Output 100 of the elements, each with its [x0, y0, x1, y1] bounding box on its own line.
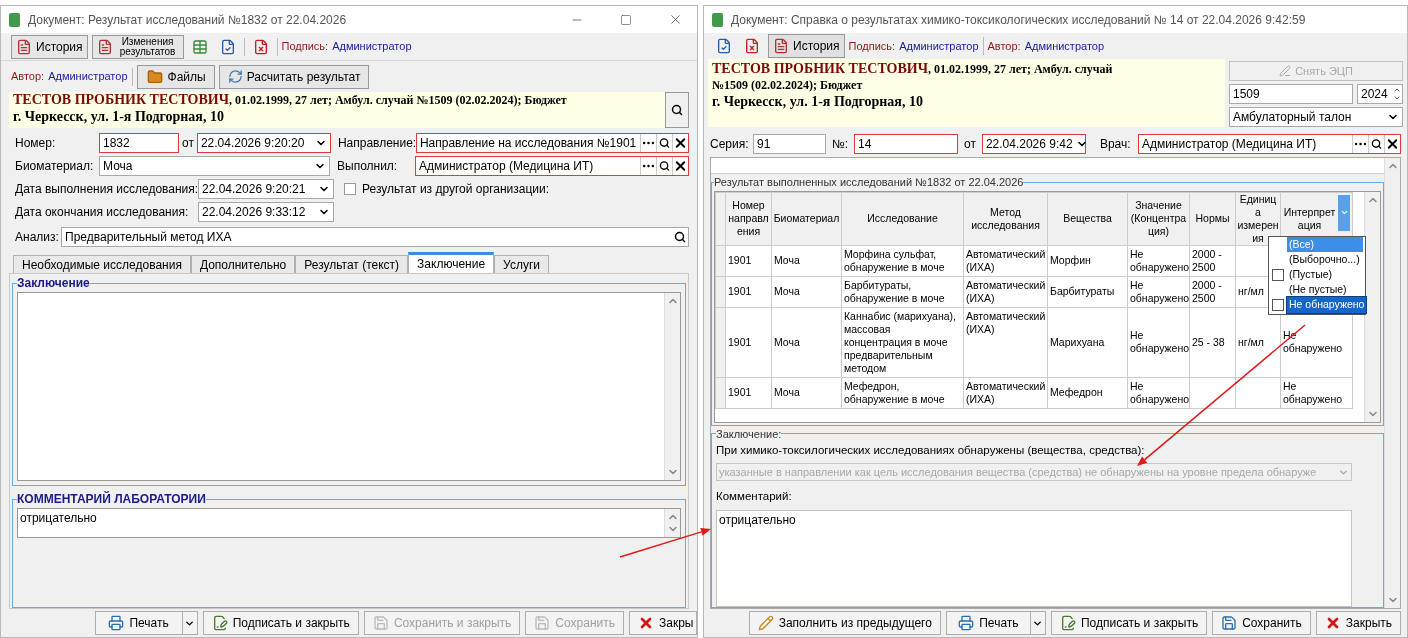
- case-field[interactable]: 1509: [1229, 84, 1353, 104]
- column-header[interactable]: Метод исследования: [963, 192, 1048, 245]
- column-header[interactable]: Нормы: [1189, 192, 1236, 245]
- document-check-icon[interactable]: [219, 38, 236, 55]
- history-button[interactable]: История: [11, 34, 88, 59]
- action-button[interactable]: Закры: [629, 611, 697, 635]
- number-field[interactable]: 1832: [99, 133, 179, 153]
- year-spinner[interactable]: 2024: [1357, 84, 1403, 104]
- refresh-icon: [227, 69, 243, 84]
- spin-down-icon: [1392, 94, 1402, 102]
- analysis-field[interactable]: Предварительный метод ИХА: [61, 227, 689, 247]
- table-cell: Мефедрон, обнаружение в моче: [841, 377, 964, 408]
- group-title: КОММЕНТАРИЙ ЛАБОРАТОРИИ: [17, 490, 206, 508]
- series-field[interactable]: 91: [753, 134, 826, 154]
- table-cell: Моча: [771, 276, 842, 307]
- table-cell: 1901: [725, 276, 772, 307]
- table-cell: Моча: [771, 377, 842, 408]
- table-cell: Не обнаружено: [1127, 377, 1190, 408]
- column-header[interactable]: Значение (Концентрация): [1127, 192, 1190, 245]
- field-label: Анализ:: [15, 229, 60, 246]
- document-pen-icon: [211, 615, 228, 631]
- comment-field[interactable]: отрицательно: [716, 509, 1352, 607]
- action-button[interactable]: Сохранить: [1212, 611, 1311, 635]
- field-label: Номер:: [15, 135, 57, 152]
- column-header[interactable]: Исследование: [841, 192, 964, 245]
- checkbox[interactable]: [344, 183, 356, 195]
- column-header[interactable]: Биоматериал: [771, 192, 842, 245]
- date-field[interactable]: 22.04.2026 9:33:12: [198, 202, 334, 222]
- clear-icon[interactable]: [672, 134, 688, 152]
- action-button[interactable]: Подписать и закрыть: [202, 611, 359, 635]
- search-icon[interactable]: [656, 134, 672, 152]
- tab[interactable]: Необходимые исследования: [13, 255, 191, 273]
- doctor-field[interactable]: Администратор (Медицина ИТ): [1137, 134, 1401, 154]
- more-icon[interactable]: [1352, 135, 1368, 153]
- checkbox[interactable]: [1272, 299, 1284, 311]
- printer-icon: [958, 615, 975, 631]
- close-icon[interactable]: [668, 12, 683, 27]
- field-label: Дата выполнения исследования:: [15, 181, 198, 198]
- clear-icon[interactable]: [672, 157, 688, 175]
- table-icon[interactable]: [191, 38, 208, 55]
- action-button[interactable]: Подписать и закрыть: [1050, 611, 1208, 635]
- calculate-button[interactable]: Расчитать результат: [218, 64, 370, 89]
- floppy-icon: [372, 615, 389, 631]
- table-cell: 25 - 38: [1189, 307, 1236, 377]
- tab[interactable]: Заключение: [408, 252, 495, 273]
- print-button[interactable]: Печать: [94, 611, 183, 635]
- action-button[interactable]: Закрыть: [1315, 611, 1401, 635]
- floppy-icon: [534, 615, 551, 631]
- scrollbar[interactable]: [1364, 191, 1380, 422]
- floppy-icon: [1221, 615, 1238, 631]
- clear-icon[interactable]: [1384, 135, 1400, 153]
- table-cell: 2000 - 2500: [1189, 276, 1236, 307]
- search-icon[interactable]: [1368, 135, 1384, 153]
- history-button[interactable]: История: [768, 34, 845, 58]
- tab[interactable]: Услуги: [494, 255, 549, 273]
- maximize-icon[interactable]: [620, 13, 632, 26]
- date-field[interactable]: 22.04.2026 9:42: [981, 134, 1086, 154]
- case-type-select[interactable]: Амбулаторный талон: [1229, 107, 1403, 127]
- user-name: Администратор: [1024, 38, 1105, 54]
- group-title: Заключение: [17, 275, 90, 292]
- window-title: Документ: Справка о результатах химико-токсикологических исследований № 14 от 22.04.2026 9:42:59: [731, 11, 1306, 29]
- table-cell: Марихуана: [1047, 307, 1128, 377]
- log-document-icon: [96, 38, 113, 55]
- scrollbar[interactable]: [664, 293, 680, 480]
- column-header[interactable]: Номер направления: [725, 192, 772, 245]
- more-icon[interactable]: [640, 157, 656, 175]
- table-cell: Моча: [771, 307, 842, 377]
- date-field[interactable]: 22.04.2026 9:20:21: [198, 179, 334, 199]
- scrollbar[interactable]: [664, 509, 680, 537]
- more-icon[interactable]: [640, 134, 656, 152]
- biomaterial-select[interactable]: Моча: [99, 156, 330, 176]
- search-icon[interactable]: [672, 229, 688, 245]
- action-button[interactable]: Заполнить из предыдущего: [748, 611, 941, 635]
- document-check-icon[interactable]: [716, 38, 732, 54]
- number-field[interactable]: 14: [854, 134, 958, 154]
- search-icon: [671, 104, 683, 116]
- changes-button[interactable]: Изменения результатов: [91, 34, 184, 59]
- table-cell: Не обнаружено: [1127, 245, 1190, 276]
- scrollbar[interactable]: [1384, 158, 1400, 608]
- column-header[interactable]: Вещества: [1047, 192, 1128, 245]
- tab[interactable]: Результат (текст): [295, 255, 409, 273]
- document-cross-icon[interactable]: [744, 38, 760, 54]
- document-cross-icon[interactable]: [252, 38, 269, 55]
- field-label: Выполнил:: [337, 158, 399, 175]
- tab[interactable]: Дополнительно: [190, 255, 296, 273]
- field-label: Врач:: [1099, 136, 1132, 153]
- table-cell: 2000 - 2500: [1189, 245, 1236, 276]
- field-label: Подпись:: [848, 38, 896, 54]
- comment-field[interactable]: отрицательно: [17, 508, 681, 538]
- user-name: Администратор: [48, 69, 128, 85]
- checkbox[interactable]: [1272, 269, 1284, 281]
- referral-field[interactable]: Направление на исследования №1901: [415, 133, 689, 153]
- files-button[interactable]: Файлы: [136, 64, 215, 89]
- search-icon[interactable]: [656, 157, 672, 175]
- field-label: №:: [832, 136, 850, 153]
- date-field[interactable]: 22.04.2026 9:20:20: [196, 133, 331, 153]
- performer-field[interactable]: Администратор (Медицина ИТ): [415, 156, 689, 176]
- search-button[interactable]: [665, 92, 689, 128]
- table-cell: Морфина сульфат, обнаружение в моче: [841, 245, 964, 276]
- print-button[interactable]: Печать: [945, 611, 1031, 635]
